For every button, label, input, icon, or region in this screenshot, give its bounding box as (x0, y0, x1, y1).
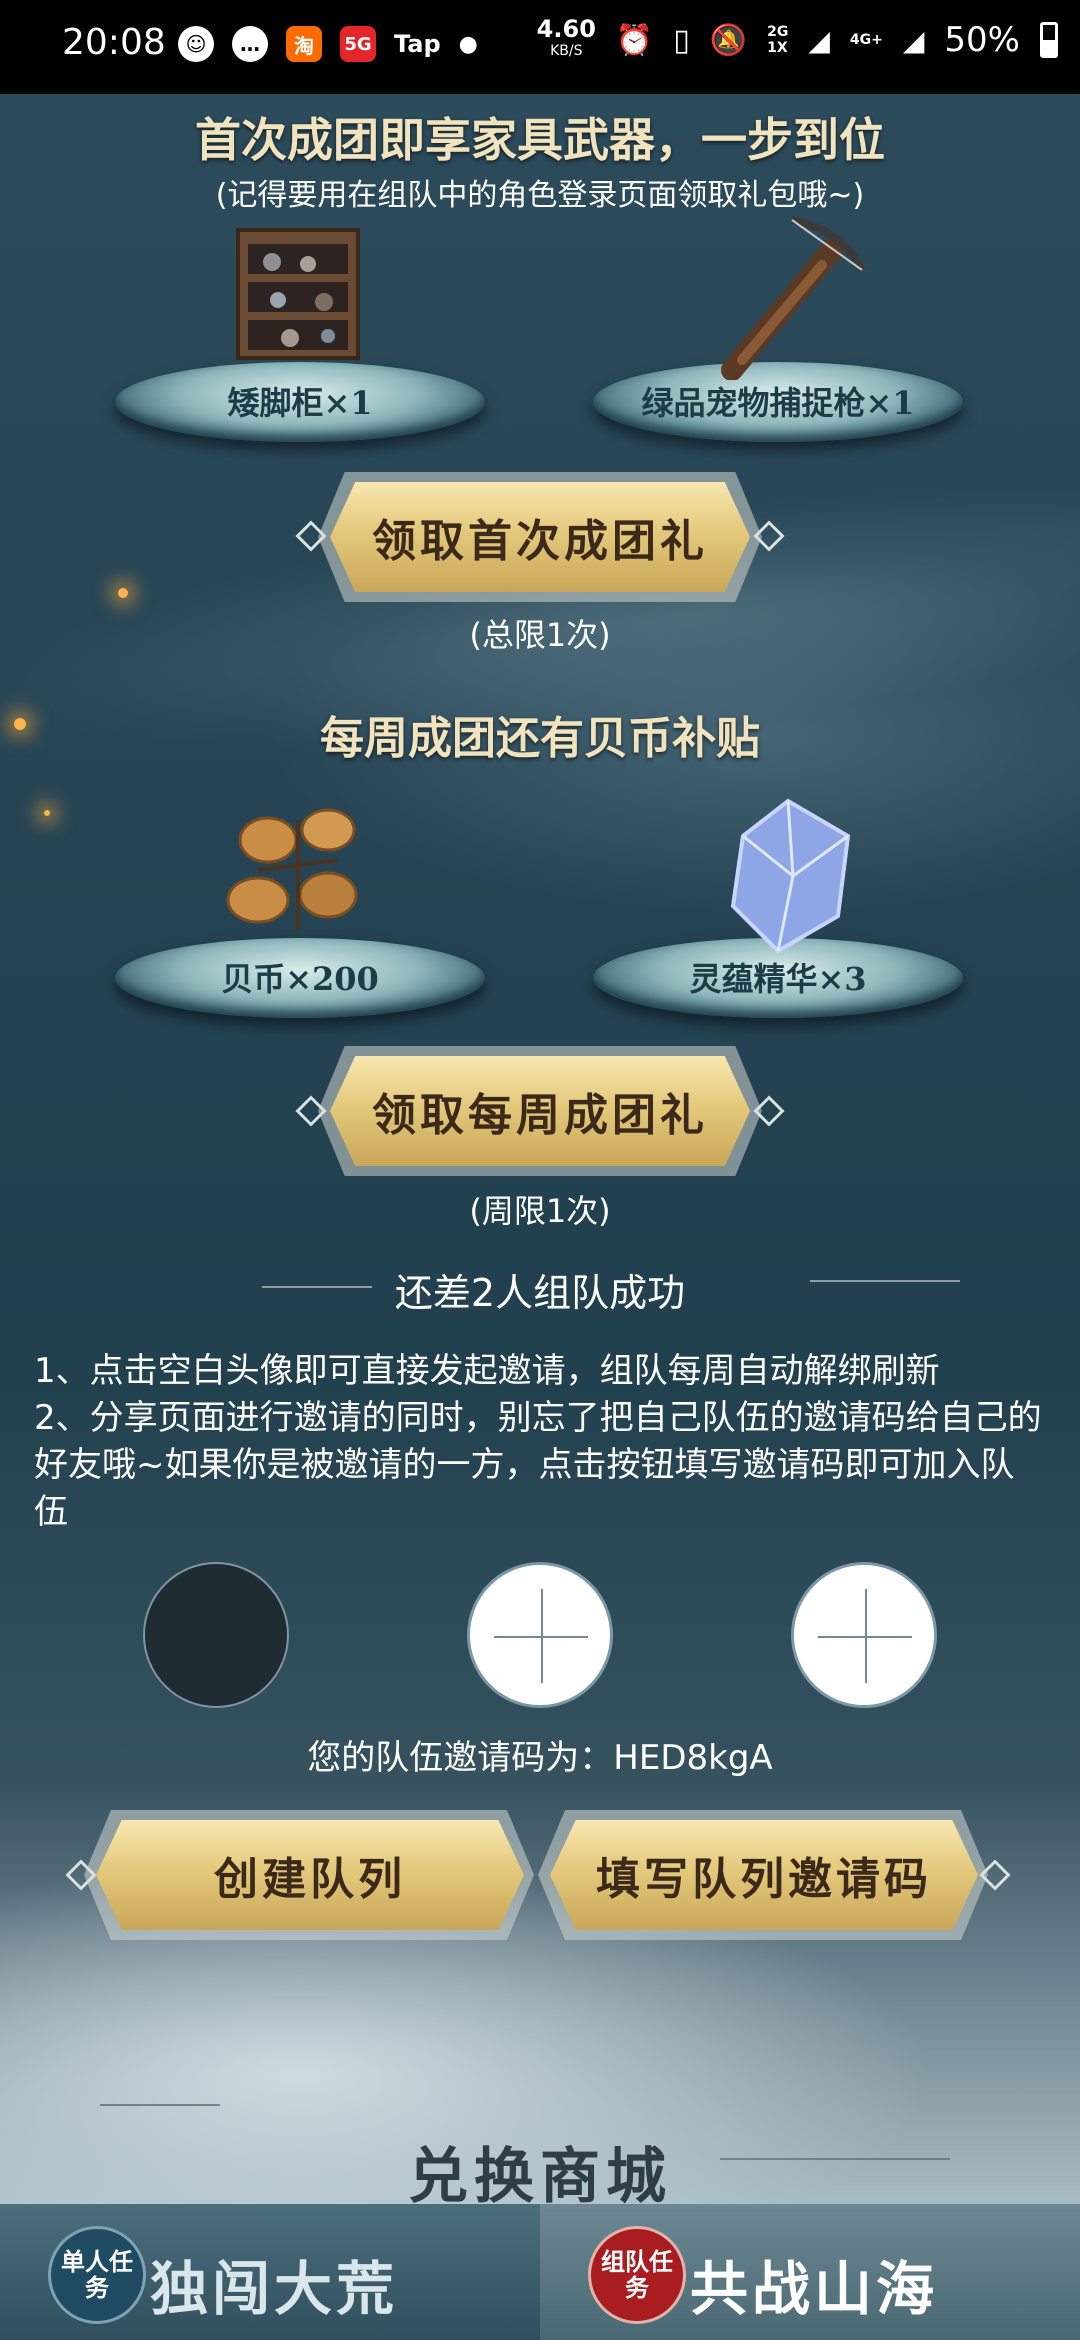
reward-label: 灵蕴精华×3 (689, 960, 867, 998)
tab-label: 共战山海 (690, 2255, 939, 2323)
taobao-icon: 淘 (286, 26, 322, 62)
claim-first-team-button[interactable]: 领取首次成团礼 (330, 482, 750, 592)
team-member-avatar (143, 1562, 289, 1708)
message-icon: … (232, 26, 268, 62)
invite-slot-button[interactable] (467, 1562, 613, 1708)
plus-icon-stroke (541, 1589, 543, 1683)
5g-icon: 5G (340, 26, 376, 62)
shell-coin-icon (218, 800, 388, 950)
tab-solo-quest[interactable]: 单人任务 独闯大荒 (0, 2204, 540, 2340)
battery-percent: 50% (944, 20, 1020, 60)
reward-label: 绿品宠物捕捉枪×1 (641, 384, 915, 422)
plus-icon-stroke (865, 1589, 867, 1683)
reward-label: 贝币×200 (221, 960, 379, 998)
fill-invite-code-button[interactable]: 填写队列邀请码 (550, 1820, 978, 1930)
spark-decoration (118, 588, 128, 598)
status-bar: 20:08 ☺ … 淘 5G Tap ● 4.60 KB/S ⏰ ▯ 🔕 2G … (0, 0, 1080, 94)
dot-icon: ● (458, 31, 478, 57)
team-rules: 1、点击空白头像即可直接发起邀请，组队每周自动解绑刷新 2、分享页面进行邀请的同… (34, 1348, 1044, 1536)
rule-item: 2、分享页面进行邀请的同时，别忘了把自己队伍的邀请码给自己的好友哦~如果你是被邀… (34, 1398, 1042, 1532)
battery-icon (1040, 22, 1058, 58)
spark-decoration (44, 810, 50, 816)
team-status: 还差2人组队成功 (394, 1271, 686, 1315)
bottom-tab-bar: 单人任务 独闯大荒 组队任务 共战山海 (0, 2204, 1080, 2340)
tab-team-quest[interactable]: 组队任务 共战山海 (540, 2204, 1080, 2340)
system-icons: 4.60 KB/S ⏰ ▯ 🔕 2G 1X ◢ 4G+ ◢ 50% (536, 15, 1058, 62)
claim-weekly-team-button[interactable]: 领取每周成团礼 (330, 1056, 750, 1166)
weekly-team-limit: (周限1次) (469, 1192, 611, 1230)
invite-slot-button[interactable] (791, 1562, 937, 1708)
create-team-button[interactable]: 创建队列 (96, 1820, 524, 1930)
signal-icon: ◢ (808, 23, 830, 57)
tab-label: 独闯大荒 (150, 2255, 399, 2323)
alarm-icon: ⏰ (615, 22, 654, 58)
first-team-subtitle: (记得要用在组队中的角色登录页面领取礼包哦~) (215, 178, 865, 213)
signal-4g-label: 4G+ (849, 32, 883, 48)
network-type: 2G 1X (767, 24, 789, 56)
cabinet-icon (228, 222, 368, 372)
team-task-badge: 组队任务 (588, 2226, 686, 2324)
invite-code-text: 您的队伍邀请码为：HED8kgA (307, 1738, 773, 1778)
ornament-line (100, 2104, 220, 2106)
signal-4g-icon: ◢ (902, 23, 925, 57)
first-team-title: 首次成团即享家具武器，一步到位 (195, 113, 885, 167)
weekly-team-title: 每周成团还有贝币补贴 (320, 713, 760, 764)
qq-icon: ☺ (178, 26, 214, 62)
tap-icon: Tap (394, 30, 441, 58)
mute-bell-icon: 🔕 (709, 22, 748, 58)
phone-icon: ▯ (673, 22, 690, 58)
exchange-mall-title: 兑换商城 (408, 2142, 672, 2212)
crystal-icon (718, 796, 868, 956)
crossbow-icon (712, 210, 872, 381)
network-speed: 4.60 KB/S (536, 15, 596, 59)
solo-task-badge: 单人任务 (48, 2226, 146, 2324)
first-team-limit: (总限1次) (469, 616, 611, 654)
reward-label: 矮脚柜×1 (227, 384, 373, 422)
rule-item: 1、点击空白头像即可直接发起邀请，组队每周自动解绑刷新 (34, 1351, 940, 1391)
status-time: 20:08 (62, 22, 166, 63)
notification-icons: ☺ … 淘 5G Tap ● (178, 26, 478, 62)
